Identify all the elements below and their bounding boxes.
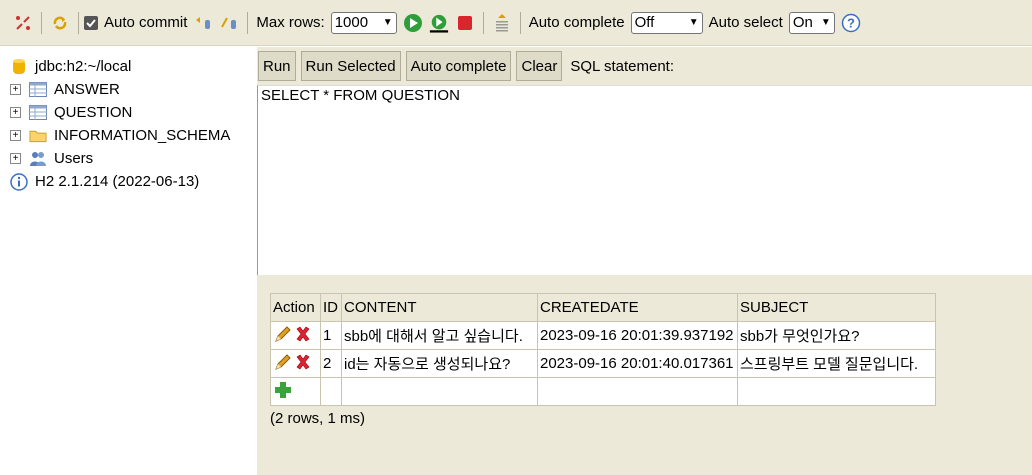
tree-item-question[interactable]: + QUESTION [10,101,257,124]
separator [41,11,42,34]
separator [78,11,79,34]
history-icon[interactable] [492,13,512,33]
results-table: Action ID CONTENT CREATEDATE SUBJECT 1 s… [270,293,936,406]
subject-cell: sbb가 무엇인가요? [737,321,936,350]
database-icon [10,58,28,75]
version-label: H2 2.1.214 (2022-06-13) [35,173,200,190]
tree-item-label: INFORMATION_SCHEMA [54,127,231,144]
connection-node[interactable]: jdbc:h2:~/local [10,55,257,78]
max-rows-value: 1000 [334,14,369,31]
auto-commit-label: Auto commit [104,14,188,31]
separator [247,11,249,34]
id-cell: 2 [320,349,342,378]
column-header: CONTENT [341,293,538,322]
chevron-down-icon: ▼ [688,17,699,28]
empty-cell [737,377,936,406]
separator [482,11,484,34]
delete-icon[interactable] [293,352,313,376]
table-row: 2 id는 자동으로 생성되나요? 2023-09-16 20:01:40.01… [270,349,936,378]
run-selected-button[interactable]: Run Selected [300,51,401,81]
createdate-cell: 2023-09-16 20:01:40.017361 [537,349,738,378]
info-icon [10,172,28,191]
sql-editor[interactable]: SELECT * FROM QUESTION [257,85,1032,275]
table-header: Action ID CONTENT CREATEDATE SUBJECT [270,293,936,322]
sql-text: SELECT * FROM QUESTION [261,87,460,104]
chevron-down-icon: ▼ [382,17,393,28]
connection-label: jdbc:h2:~/local [35,58,132,75]
empty-cell [320,377,342,406]
action-cell [270,349,321,378]
content-cell: sbb에 대해서 알고 싶습니다. [341,321,538,350]
column-header: Action [270,293,321,322]
tree-item-answer[interactable]: + ANSWER [10,78,257,101]
expand-icon[interactable]: + [10,84,21,95]
commit-icon[interactable] [219,13,239,33]
disconnect-icon[interactable] [13,13,33,33]
add-row-icon[interactable] [273,381,293,404]
table-row [270,377,936,406]
sql-statement-label: SQL statement: [570,57,675,75]
refresh-icon[interactable] [50,13,70,33]
auto-select-label: Auto select [708,14,783,31]
help-icon[interactable]: ? [841,13,861,33]
empty-cell [537,377,738,406]
auto-select-select[interactable]: On ▼ [788,11,835,34]
table-icon [29,105,47,121]
edit-icon[interactable] [273,324,293,348]
column-header: CREATEDATE [537,293,738,322]
column-header: ID [320,293,342,322]
subject-cell: 스프링부트 모델 질문입니다. [737,349,936,378]
table-icon [29,82,47,98]
query-button-bar: Run Run Selected Auto complete Clear SQL… [257,47,1032,85]
expand-icon[interactable]: + [10,153,21,164]
id-cell: 1 [320,321,342,350]
query-panel: Run Run Selected Auto complete Clear SQL… [257,47,1032,475]
content-cell: id는 자동으로 생성되나요? [341,349,538,378]
run-icon[interactable] [403,13,423,33]
tree-item-users[interactable]: + Users [10,147,257,170]
auto-complete-value: Off [634,14,655,31]
stop-icon[interactable] [455,13,475,33]
run-selected-icon[interactable] [429,13,449,33]
expand-icon[interactable]: + [10,130,21,141]
auto-complete-select[interactable]: Off ▼ [630,11,703,34]
users-icon [29,151,47,167]
max-rows-label: Max rows: [256,14,325,31]
schema-tree: jdbc:h2:~/local + ANSWER + QUESTION + IN… [0,47,257,475]
result-summary: (2 rows, 1 ms) [270,410,366,427]
svg-text:?: ? [847,15,855,30]
auto-select-value: On [792,14,813,31]
tree-item-label: Users [54,150,94,167]
version-node: H2 2.1.214 (2022-06-13) [10,170,257,193]
separator [519,11,521,34]
folder-icon [29,128,47,144]
rollback-icon[interactable] [193,13,213,33]
auto-commit-checkbox[interactable] [84,15,98,30]
run-button[interactable]: Run [258,51,296,81]
column-header: SUBJECT [737,293,936,322]
expand-icon[interactable]: + [10,107,21,118]
auto-complete-button[interactable]: Auto complete [405,51,512,81]
tree-item-label: QUESTION [54,104,133,121]
createdate-cell: 2023-09-16 20:01:39.937192 [537,321,738,350]
max-rows-select[interactable]: 1000 ▼ [330,11,397,34]
action-cell [270,377,321,406]
toolbar: Auto commit Max rows: 1000 ▼ Auto comple… [0,0,1032,46]
table-row: 1 sbb에 대해서 알고 싶습니다. 2023-09-16 20:01:39.… [270,321,936,350]
chevron-down-icon: ▼ [820,17,831,28]
clear-button[interactable]: Clear [516,51,563,81]
edit-icon[interactable] [273,352,293,376]
auto-complete-label: Auto complete [528,14,625,31]
action-cell [270,321,321,350]
results-area: Action ID CONTENT CREATEDATE SUBJECT 1 s… [270,293,936,427]
tree-item-label: ANSWER [54,81,120,98]
delete-icon[interactable] [293,324,313,348]
tree-item-information-schema[interactable]: + INFORMATION_SCHEMA [10,124,257,147]
empty-cell [341,377,538,406]
